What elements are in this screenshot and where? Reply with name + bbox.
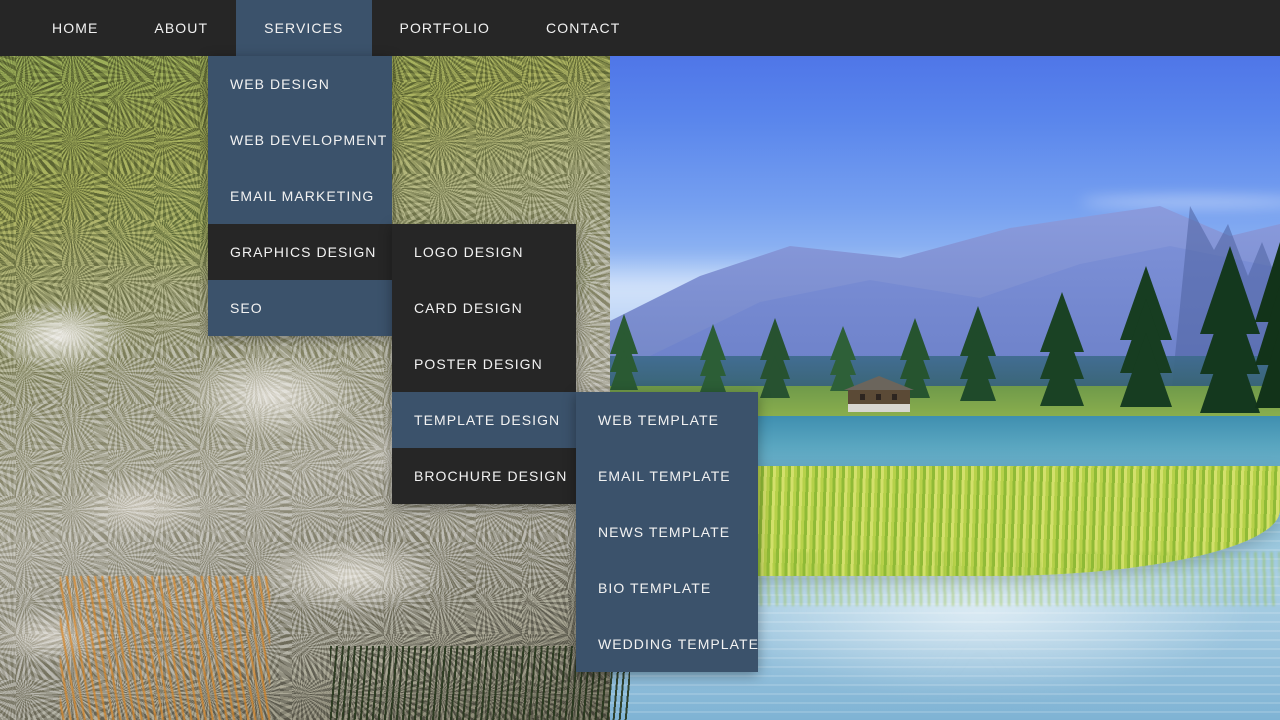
conifer-tree-icon xyxy=(1255,226,1280,409)
nav-item-contact[interactable]: CONTACT xyxy=(518,0,648,56)
menu-item-email-marketing[interactable]: EMAIL MARKETING xyxy=(208,168,392,224)
menu-item-label: WEDDING TEMPLATE xyxy=(598,636,759,652)
menu-item-label: BROCHURE DESIGN xyxy=(414,468,568,484)
menu-item-poster-design[interactable]: POSTER DESIGN xyxy=(392,336,576,392)
conifer-tree-icon xyxy=(610,314,638,390)
menu-item-email-template[interactable]: EMAIL TEMPLATE xyxy=(576,448,758,504)
menu-item-wedding-template[interactable]: WEDDING TEMPLATE xyxy=(576,616,758,672)
conifer-tree-icon xyxy=(760,318,790,398)
menu-item-template-design[interactable]: TEMPLATE DESIGN xyxy=(392,392,576,448)
menu-item-graphics-design[interactable]: GRAPHICS DESIGN xyxy=(208,224,392,280)
menu-item-label: SEO xyxy=(230,300,263,316)
nav-item-label: ABOUT xyxy=(154,20,209,36)
menu-item-label: WEB DEVELOPMENT xyxy=(230,132,388,148)
menu-item-label: CARD DESIGN xyxy=(414,300,523,316)
nav-item-label: SERVICES xyxy=(264,20,344,36)
conifer-tree-icon xyxy=(700,324,726,393)
nav-item-label: CONTACT xyxy=(546,20,621,36)
menu-item-web-template[interactable]: WEB TEMPLATE xyxy=(576,392,758,448)
conifer-tree-icon xyxy=(1200,246,1260,414)
nav-item-portfolio[interactable]: PORTFOLIO xyxy=(372,0,519,56)
menu-item-label: POSTER DESIGN xyxy=(414,356,543,372)
nav-item-label: PORTFOLIO xyxy=(399,20,491,36)
menu-item-seo[interactable]: SEO xyxy=(208,280,392,336)
nav-item-home[interactable]: HOME xyxy=(24,0,126,56)
menu-item-label: BIO TEMPLATE xyxy=(598,580,712,596)
menu-item-label: NEWS TEMPLATE xyxy=(598,524,731,540)
menu-item-label: WEB DESIGN xyxy=(230,76,330,92)
menu-item-label: LOGO DESIGN xyxy=(414,244,524,260)
menu-item-brochure-design[interactable]: BROCHURE DESIGN xyxy=(392,448,576,504)
menu-item-label: TEMPLATE DESIGN xyxy=(414,412,561,428)
dropdown-menu-template-design: WEB TEMPLATE EMAIL TEMPLATE NEWS TEMPLAT… xyxy=(576,392,758,672)
menu-item-web-design[interactable]: WEB DESIGN xyxy=(208,56,392,112)
menu-item-label: WEB TEMPLATE xyxy=(598,412,719,428)
conifer-tree-icon xyxy=(1120,266,1172,407)
menu-item-card-design[interactable]: CARD DESIGN xyxy=(392,280,576,336)
menu-item-label: EMAIL TEMPLATE xyxy=(598,468,731,484)
menu-item-news-template[interactable]: NEWS TEMPLATE xyxy=(576,504,758,560)
menu-item-bio-template[interactable]: BIO TEMPLATE xyxy=(576,560,758,616)
dry-grass-layer xyxy=(60,576,270,720)
main-navigation-bar: HOME ABOUT SERVICES PORTFOLIO CONTACT xyxy=(0,0,1280,56)
dropdown-menu-services: WEB DESIGN WEB DEVELOPMENT EMAIL MARKETI… xyxy=(208,56,392,336)
menu-item-label: EMAIL MARKETING xyxy=(230,188,375,204)
nav-item-label: HOME xyxy=(52,20,99,36)
dropdown-menu-graphics-design: LOGO DESIGN CARD DESIGN POSTER DESIGN TE… xyxy=(392,224,576,504)
menu-item-logo-design[interactable]: LOGO DESIGN xyxy=(392,224,576,280)
menu-item-web-development[interactable]: WEB DEVELOPMENT xyxy=(208,112,392,168)
conifer-tree-icon xyxy=(960,306,996,401)
alpine-house-icon xyxy=(840,374,918,414)
conifer-tree-icon xyxy=(1040,292,1084,406)
menu-item-label: GRAPHICS DESIGN xyxy=(230,244,377,260)
nav-item-services[interactable]: SERVICES xyxy=(236,0,372,56)
nav-item-about[interactable]: ABOUT xyxy=(126,0,236,56)
